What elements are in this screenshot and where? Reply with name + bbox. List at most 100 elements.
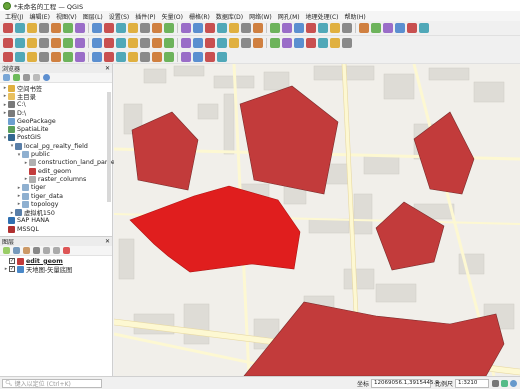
tool-icon[interactable] xyxy=(63,38,73,48)
tool-icon[interactable] xyxy=(205,38,215,48)
refresh-icon[interactable] xyxy=(13,74,20,81)
tool-icon[interactable] xyxy=(330,38,340,48)
menu-item[interactable]: 插件(P) xyxy=(132,12,158,21)
remove-layer-icon[interactable] xyxy=(63,247,70,254)
pan-to-selection-icon[interactable] xyxy=(92,23,102,33)
tool-icon[interactable] xyxy=(270,38,280,48)
menu-item[interactable]: 编辑(E) xyxy=(26,12,52,21)
panel-close-icon[interactable]: ✕ xyxy=(105,238,110,245)
menu-item[interactable]: 帮助(H) xyxy=(342,12,369,21)
tool-icon[interactable] xyxy=(205,51,215,62)
menu-item[interactable]: 设置(S) xyxy=(106,12,133,21)
tool-icon[interactable] xyxy=(116,51,126,62)
tool-icon[interactable] xyxy=(181,51,191,62)
tool-icon[interactable] xyxy=(164,51,174,62)
tool-icon[interactable] xyxy=(306,38,316,48)
polygon-feature[interactable] xyxy=(243,301,505,376)
tool-icon[interactable] xyxy=(39,51,49,62)
collapse-all-icon[interactable] xyxy=(53,247,60,254)
browser-item[interactable]: ▸ C:\ xyxy=(0,101,112,109)
layout-icon[interactable] xyxy=(63,23,73,33)
browser-item[interactable]: ▸ raster_columns xyxy=(0,175,112,183)
zoom-native-icon[interactable] xyxy=(164,23,174,33)
scale-field[interactable]: 1:3210 xyxy=(455,378,489,388)
tool-icon[interactable] xyxy=(104,38,114,48)
filter-legend-icon[interactable] xyxy=(33,247,40,254)
coordinate-field[interactable]: 12069056.1,3915445.9 xyxy=(370,378,439,388)
browser-item[interactable]: MSSQL xyxy=(0,225,112,233)
manage-visibility-icon[interactable] xyxy=(23,247,30,254)
browser-item[interactable]: ▸ tiger_data xyxy=(0,192,112,200)
map-canvas[interactable] xyxy=(114,64,520,376)
menu-item[interactable]: 工程(J) xyxy=(2,12,26,21)
tool-icon[interactable] xyxy=(419,23,429,33)
tool-icon[interactable] xyxy=(241,38,251,48)
tool-icon[interactable] xyxy=(193,51,203,62)
field-calc-icon[interactable] xyxy=(294,23,304,33)
zoom-in-icon[interactable] xyxy=(104,23,114,33)
tool-icon[interactable] xyxy=(128,38,138,48)
menu-item[interactable]: 数据库(D) xyxy=(213,12,246,21)
tool-icon[interactable] xyxy=(152,38,162,48)
menu-item[interactable]: 矢量(O) xyxy=(159,12,186,21)
panel-close-icon[interactable]: ✕ xyxy=(105,65,110,72)
tool-icon[interactable] xyxy=(39,38,49,48)
menu-item[interactable]: 网络(W) xyxy=(246,12,275,21)
pan-icon[interactable] xyxy=(75,23,85,33)
magnifier-icon[interactable] xyxy=(501,379,508,387)
zoom-full-icon[interactable] xyxy=(128,23,138,33)
tool-icon[interactable] xyxy=(15,38,25,48)
zoom-out-icon[interactable] xyxy=(116,23,126,33)
locator-search-input[interactable]: 🔍︎ 键入以定位 (Ctrl+K) xyxy=(2,378,102,388)
layer-visibility-checkbox[interactable]: ✓ xyxy=(9,266,15,273)
polygon-feature[interactable] xyxy=(239,85,339,195)
filter-icon[interactable] xyxy=(23,74,30,81)
tool-icon[interactable] xyxy=(75,38,85,48)
tool-icon[interactable] xyxy=(27,51,37,62)
tool-icon[interactable] xyxy=(63,51,73,62)
tool-icon[interactable] xyxy=(92,38,102,48)
tool-icon[interactable] xyxy=(128,51,138,62)
browser-item[interactable]: ▾ local_pg_realty_field xyxy=(0,142,112,150)
tool-icon[interactable] xyxy=(395,23,405,33)
new-icon[interactable] xyxy=(3,23,13,33)
tool-icon[interactable] xyxy=(140,51,150,62)
tool-icon[interactable] xyxy=(116,38,126,48)
tool-icon[interactable] xyxy=(75,51,85,62)
browser-item[interactable]: ▸ 虚拟机150 xyxy=(0,208,112,217)
tool-icon[interactable] xyxy=(359,23,369,33)
tool-icon[interactable] xyxy=(282,38,292,48)
deselect-icon[interactable] xyxy=(270,23,280,33)
tool-icon[interactable] xyxy=(217,51,227,62)
attribute-table-icon[interactable] xyxy=(282,23,292,33)
browser-item[interactable]: edit_geom xyxy=(0,167,112,175)
menu-item[interactable]: 网孔(M) xyxy=(275,12,303,21)
add-group-icon[interactable] xyxy=(13,247,20,254)
tool-icon[interactable] xyxy=(51,38,61,48)
map-svg[interactable] xyxy=(114,64,520,376)
menu-item[interactable]: 图层(L) xyxy=(80,12,106,21)
tool-icon[interactable] xyxy=(407,23,417,33)
layer-style-icon[interactable] xyxy=(3,247,10,254)
tool-icon[interactable] xyxy=(3,51,13,62)
zoom-last-icon[interactable] xyxy=(181,23,191,33)
browser-item[interactable]: ▾ PostGIS xyxy=(0,134,112,142)
zoom-selection-icon[interactable] xyxy=(140,23,150,33)
tool-icon[interactable] xyxy=(318,38,328,48)
browser-scrollbar[interactable] xyxy=(107,92,111,202)
tool-icon[interactable] xyxy=(253,38,263,48)
tool-icon[interactable] xyxy=(15,51,25,62)
new-bookmark-icon[interactable] xyxy=(205,23,215,33)
menu-item[interactable]: 地理处理(C) xyxy=(303,12,342,21)
tool-icon[interactable] xyxy=(3,38,13,48)
browser-item[interactable]: ▾ public xyxy=(0,150,112,159)
expand-all-icon[interactable] xyxy=(43,247,50,254)
save-icon[interactable] xyxy=(27,23,37,33)
properties-icon[interactable] xyxy=(43,74,50,81)
tool-icon[interactable] xyxy=(371,23,381,33)
crs-icon[interactable] xyxy=(510,379,517,387)
tool-icon[interactable] xyxy=(140,38,150,48)
open-icon[interactable] xyxy=(15,23,25,33)
tool-icon[interactable] xyxy=(229,38,239,48)
tool-icon[interactable] xyxy=(51,51,61,62)
